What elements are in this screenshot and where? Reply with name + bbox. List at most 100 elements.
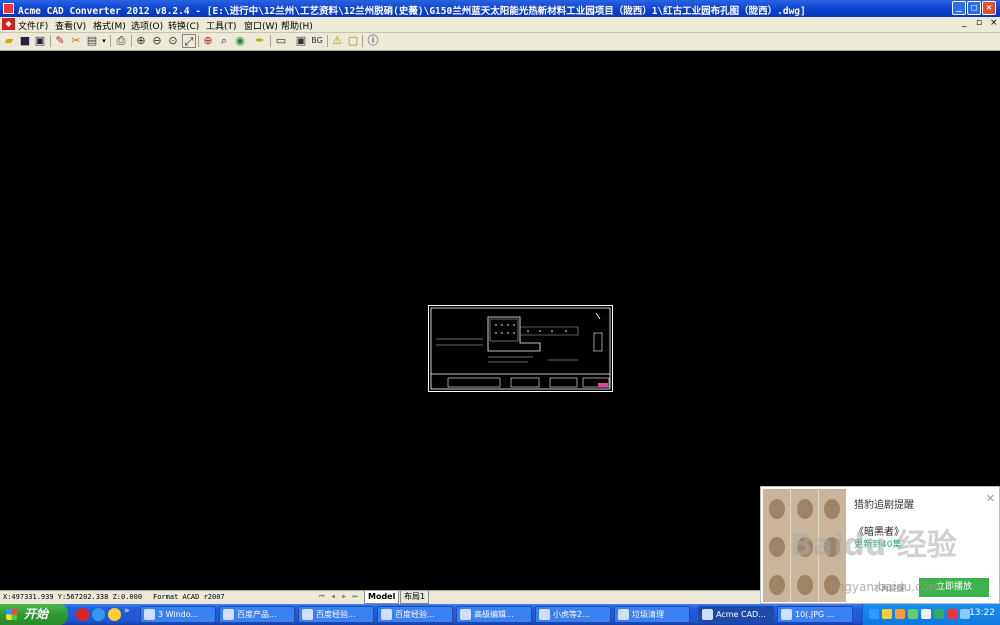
ie-icon [381, 609, 392, 620]
maximize-button[interactable]: □ [967, 1, 981, 15]
convert-icon[interactable]: ✎ [53, 34, 67, 48]
menu-file[interactable]: 文件(F) [18, 19, 48, 32]
coordinates-readout: X:497331.939 Y:567202.338 Z:0.000 [3, 593, 143, 601]
task-baidu-products[interactable]: 百度产品... [219, 606, 295, 623]
site-outline [487, 316, 541, 352]
cad-icon [702, 609, 713, 620]
close-button[interactable]: × [982, 1, 996, 15]
lock-icon[interactable]: ▢ [346, 34, 360, 48]
task-baidu-jingyan-1[interactable]: 百度经验... [298, 606, 374, 623]
quicklaunch-browser-icon[interactable] [76, 608, 89, 621]
folder-icon [144, 609, 155, 620]
tray-network-icon[interactable] [869, 609, 879, 619]
tray-alert-icon[interactable] [947, 609, 957, 619]
first-tab-icon[interactable]: ⏮ [318, 593, 326, 601]
windows-logo-icon [6, 609, 17, 620]
system-tray: 13:22 [862, 604, 1000, 625]
tray-mail-icon[interactable] [921, 609, 931, 619]
toolbar-separator [110, 35, 111, 47]
about-icon[interactable]: ⓘ [366, 34, 380, 48]
title-block-mark [598, 383, 608, 387]
task-advanced-edit[interactable]: 高级编辑... [456, 606, 532, 623]
title-bar[interactable]: Acme CAD Converter 2012 v8.2.4 - [E:\进行中… [0, 0, 1000, 17]
save-as-icon[interactable]: ▣ [33, 34, 47, 48]
chat-icon [539, 609, 550, 620]
menu-tools[interactable]: 工具(T) [206, 19, 237, 32]
print-icon[interactable]: ⎙ [114, 34, 128, 48]
drawing-inner-frame [430, 307, 611, 390]
batch-icon[interactable]: ✂ [69, 34, 83, 48]
image-icon [781, 609, 792, 620]
document-icon[interactable]: ◆ [2, 18, 15, 30]
task-baidu-jingyan-2[interactable]: 百度经验... [377, 606, 453, 623]
tray-security-icon[interactable] [908, 609, 918, 619]
tab-layout1[interactable]: 布局1 [400, 591, 430, 604]
legend-box [593, 332, 603, 352]
zoom-realtime-icon[interactable]: ⊕ [201, 34, 215, 48]
menu-bar: ◆ 文件(F) 查看(V) 格式(M) 选项(O) 转换(C) 工具(T) 窗口… [0, 17, 1000, 33]
bg-icon[interactable]: BG [310, 34, 324, 48]
ie-icon [302, 609, 313, 620]
north-arrow [595, 312, 601, 320]
mdi-minimize-button[interactable]: _ [962, 18, 967, 28]
prev-tab-icon[interactable]: ◀ [329, 593, 337, 601]
layout-icon[interactable]: ▭ [274, 34, 288, 48]
menu-convert[interactable]: 转换(C) [168, 19, 199, 32]
last-tab-icon[interactable]: ⏭ [351, 593, 359, 601]
zoom-out-icon[interactable]: ⊖ [150, 34, 164, 48]
task-windows-group[interactable]: 3 Windo... [140, 606, 216, 623]
menu-options[interactable]: 选项(O) [131, 19, 163, 32]
toolbar-separator [131, 35, 132, 47]
ie-icon [223, 609, 234, 620]
task-acme-cad[interactable]: Acme CAD... [698, 606, 774, 623]
tray-app-icon[interactable] [895, 609, 905, 619]
menu-help[interactable]: 帮助(H) [281, 19, 313, 32]
site-inner [489, 318, 519, 342]
toolbar: ▰ ■ ▣ ✎ ✂ ▤ ▾ ⎙ ⊕ ⊖ ⊙ ⤢ ⊕ ⌕ ◉ ✒ ▭ ▣ BG ⚠… [0, 33, 1000, 51]
task-garbage-clean[interactable]: 垃圾清理 [614, 606, 690, 623]
toolbar-separator [270, 35, 271, 47]
quicklaunch-more-icon[interactable]: » [124, 606, 137, 619]
start-label: 开始 [24, 607, 49, 621]
zoom-window-icon[interactable]: ⊙ [166, 34, 180, 48]
toolbar-separator [198, 35, 199, 47]
save-icon[interactable]: ■ [18, 34, 32, 48]
mdi-close-button[interactable]: × [990, 18, 998, 28]
search-icon[interactable]: ⌕ [217, 34, 231, 48]
cad-drawing-thumbnail[interactable] [428, 305, 613, 392]
zoom-in-icon[interactable]: ⊕ [134, 34, 148, 48]
clock[interactable]: 13:22 [969, 608, 995, 618]
format-readout: Format ACAD r2007 [153, 593, 225, 601]
title-block-table [549, 377, 578, 388]
app-icon[interactable] [3, 3, 14, 14]
tray-shield-icon[interactable] [934, 609, 944, 619]
quicklaunch-qq-icon[interactable] [108, 608, 121, 621]
open-icon[interactable]: ▰ [2, 34, 16, 48]
tray-qq-icon[interactable] [882, 609, 892, 619]
menu-window[interactable]: 窗口(W) [244, 19, 278, 32]
tab-model[interactable]: Model [364, 591, 400, 604]
window-title: Acme CAD Converter 2012 v8.2.4 - [E:\进行中… [18, 6, 806, 17]
quicklaunch-ie-icon[interactable] [92, 608, 105, 621]
task-image-viewer[interactable]: 10(.JPG ... [777, 606, 853, 623]
mdi-restore-button[interactable]: ▫ [976, 18, 982, 28]
task-xiaohu[interactable]: 小虎等2... [535, 606, 611, 623]
warning-icon[interactable]: ⚠ [330, 34, 344, 48]
popup-close-icon[interactable]: ✕ [986, 492, 995, 505]
pen-icon[interactable]: ✒ [253, 34, 267, 48]
start-button[interactable]: 开始 [0, 604, 68, 625]
zoom-extents-icon[interactable]: ⤢ [182, 34, 196, 48]
display-icon[interactable]: ▣ [294, 34, 308, 48]
next-tab-icon[interactable]: ▶ [340, 593, 348, 601]
popup-title: 猎豹追剧提醒 [854, 500, 914, 511]
cleaner-icon [618, 609, 629, 620]
menu-view[interactable]: 查看(V) [55, 19, 86, 32]
baidu-watermark-url: jingyan.baidu.com [830, 580, 941, 594]
dropdown-icon[interactable]: ▾ [97, 34, 111, 48]
layer-icon[interactable]: ◉ [233, 34, 247, 48]
menu-format[interactable]: 格式(M) [93, 19, 126, 32]
title-block-table [447, 377, 501, 388]
minimize-button[interactable]: _ [952, 1, 966, 15]
edit-icon [460, 609, 471, 620]
baidu-watermark: Baidu 经验 [790, 528, 957, 563]
